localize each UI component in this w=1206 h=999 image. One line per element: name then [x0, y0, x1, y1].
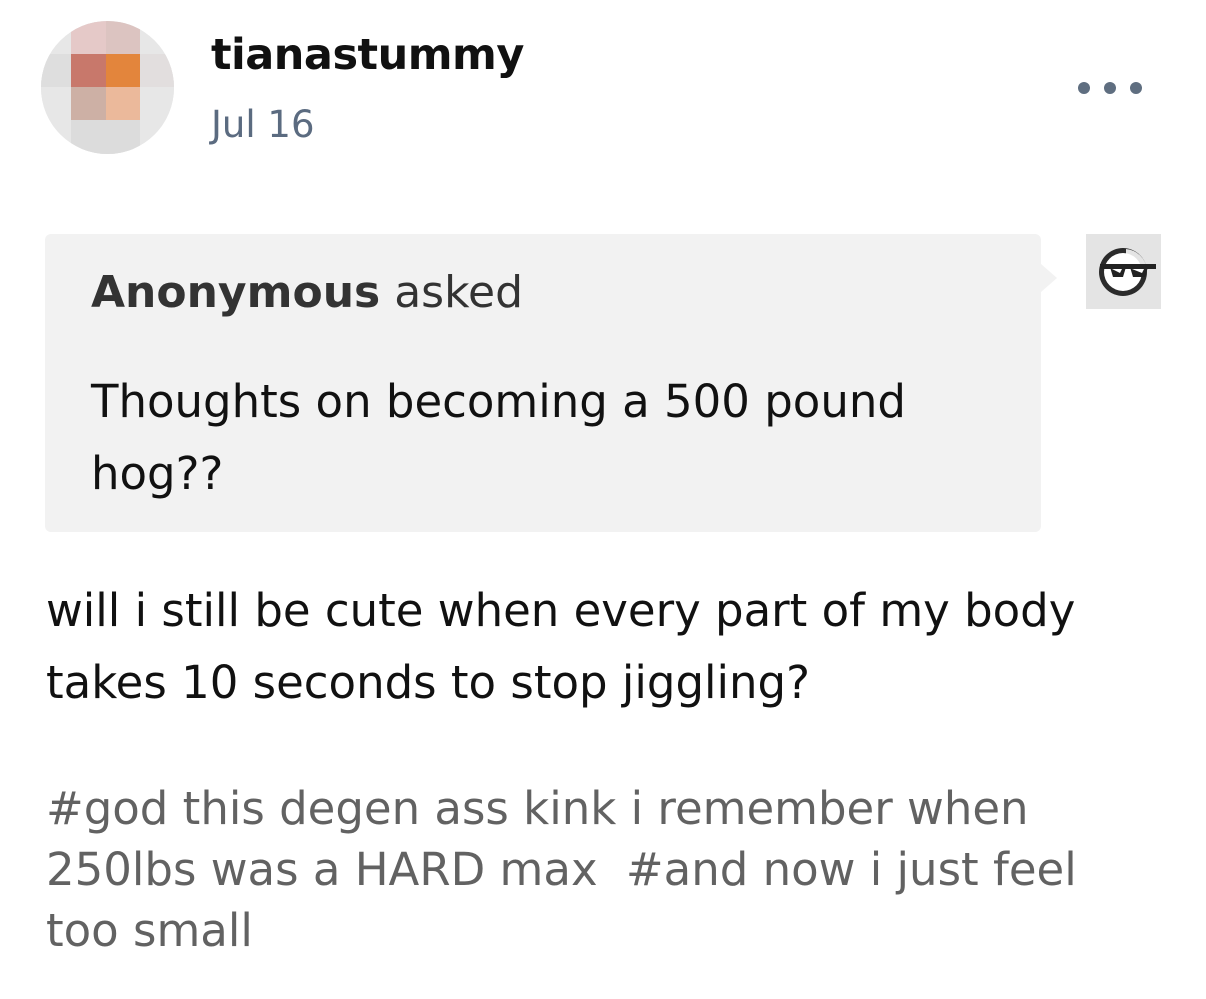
- ellipsis-icon: [1130, 82, 1142, 94]
- avatar-pixel: [106, 87, 140, 120]
- username[interactable]: tianastummy: [211, 30, 524, 80]
- avatar-pixel: [41, 54, 71, 87]
- question-text: Thoughts on becoming a 500 pound hog??: [91, 375, 906, 500]
- answer-text: will i still be cute when every part of …: [46, 584, 1076, 709]
- asked-label: asked: [394, 267, 524, 318]
- avatar-pixel: [71, 21, 106, 54]
- avatar-pixel: [106, 21, 140, 54]
- asker-name[interactable]: Anonymous: [91, 267, 380, 318]
- ellipsis-icon: [1104, 82, 1116, 94]
- ellipsis-icon: [1078, 82, 1090, 94]
- more-options-button[interactable]: [1078, 78, 1142, 98]
- asker-line: Anonymous asked: [91, 267, 523, 318]
- anonymous-avatar: [1086, 234, 1161, 309]
- avatar-pixel: [106, 54, 140, 87]
- post-date[interactable]: Jul 16: [211, 103, 314, 146]
- sunglasses-face-icon: [1099, 248, 1156, 296]
- avatar-pixel: [71, 120, 140, 154]
- avatar-pixel: [71, 87, 106, 120]
- ask-box: Anonymous asked Thoughts on becoming a 5…: [45, 234, 1057, 532]
- avatar[interactable]: [41, 21, 174, 154]
- avatar-pixel: [71, 54, 106, 87]
- avatar-pixel: [140, 54, 174, 87]
- ask-box-tail: [1041, 264, 1057, 292]
- tag-list: #god this degen ass kink i remember when…: [46, 778, 1146, 961]
